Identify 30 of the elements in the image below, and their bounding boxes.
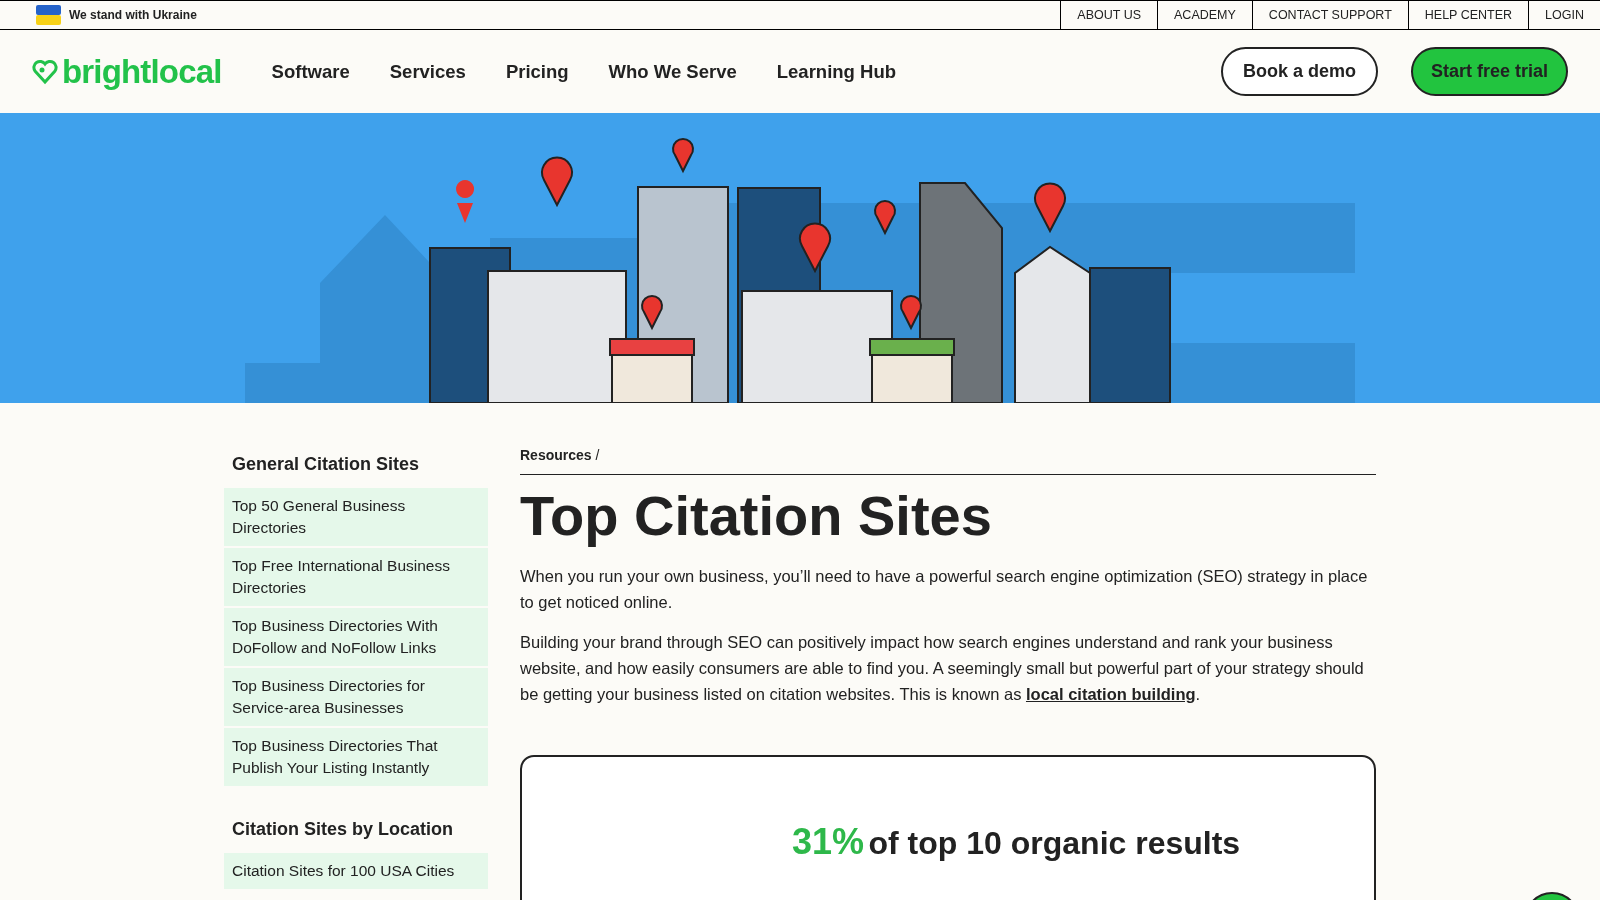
ukraine-flag-icon — [36, 5, 61, 25]
page-title: Top Citation Sites — [520, 485, 993, 547]
top-link[interactable]: HELP CENTER — [1407, 1, 1529, 29]
sidebar-heading: General Citation Sites — [231, 453, 421, 476]
nav-link[interactable]: Services — [389, 57, 466, 86]
top-link[interactable]: ABOUT US — [1060, 1, 1158, 29]
top-link[interactable]: CONTACT SUPPORT — [1251, 1, 1408, 29]
stat-value: 31% — [792, 820, 865, 862]
sidebar-link[interactable]: Top Business Directories With DoFollow and NoFollow Links — [224, 608, 488, 666]
body-paragraph: Building your brand through SEO can positively impact how search engines understand and rank your business website, and how easily consumers are able to find you. A seemingly small but powerful part of your strategy should be getting your business listed on citation websites. This is known as local citation building. — [520, 631, 1365, 705]
sidebar-link[interactable]: Top Business Directories That Publish Your Listing Instantly — [224, 728, 488, 786]
nav-link[interactable]: Who We Serve — [608, 57, 737, 86]
top-link[interactable]: LOGIN — [1528, 1, 1600, 29]
nav-link[interactable]: Software — [271, 57, 350, 86]
breadcrumb-link[interactable]: Resources — [520, 445, 592, 466]
book-demo-button[interactable]: Book a demo — [1220, 47, 1378, 96]
breadcrumb-separator: / — [595, 446, 600, 465]
nav-link[interactable]: Pricing — [505, 57, 569, 86]
nav-link[interactable]: Learning Hub — [776, 57, 896, 86]
citation-link[interactable]: local citation building — [1025, 684, 1196, 703]
top-link[interactable]: ACADEMY — [1157, 1, 1252, 29]
stat-text: of top 10 organic results — [868, 824, 1241, 861]
sidebar-heading: Citation Sites by Location — [231, 818, 455, 841]
sidebar-link[interactable]: Top Free International Business Directories — [224, 548, 488, 606]
start-trial-button[interactable]: Start free trial — [1410, 47, 1568, 96]
sidebar-link[interactable]: Top Business Directories for Service-area Businesses — [224, 668, 488, 726]
sidebar-link[interactable]: Citation Sites for 100 USA Cities — [224, 853, 488, 889]
sidebar-link[interactable]: Top 50 General Business Directories — [224, 488, 488, 546]
ukraine-text[interactable]: We stand with Ukraine — [69, 6, 197, 24]
intro-paragraph: When you run your own business, you’ll need to have a powerful search engine optimization (SEO) strategy in place to get noticed online. — [520, 565, 1369, 613]
